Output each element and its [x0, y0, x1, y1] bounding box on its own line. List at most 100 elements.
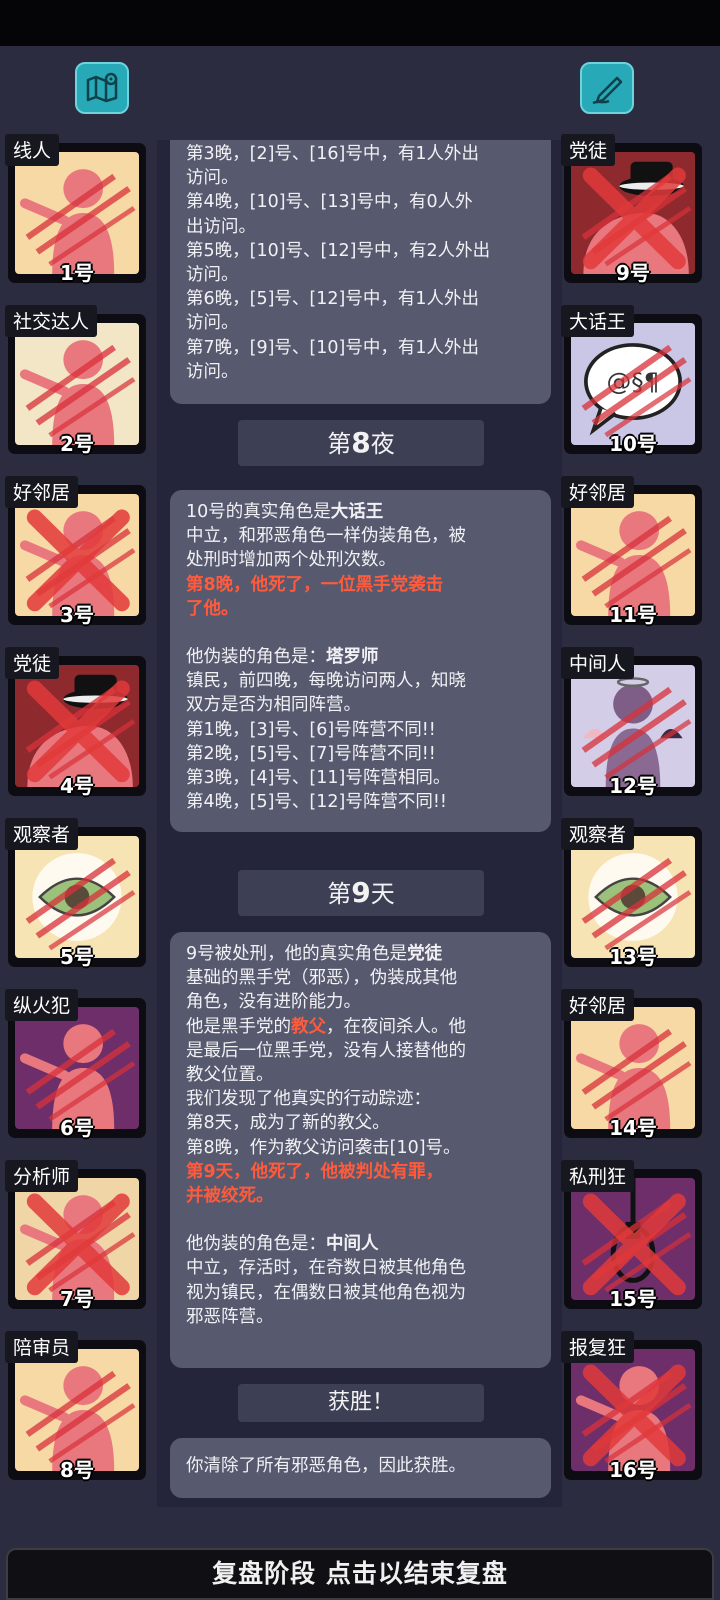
- role-label: 观察者: [561, 818, 635, 850]
- log-line: 第3晚，[4]号、[11]号阵营相同。: [186, 768, 451, 789]
- player-number: 12号: [609, 774, 657, 798]
- player-card-13号[interactable]: 观察者 13号: [561, 818, 702, 969]
- player-card-6号[interactable]: 纵火犯 6号: [5, 989, 146, 1140]
- role-label: 大话王: [561, 305, 635, 337]
- role-portrait: [571, 1007, 695, 1129]
- log-text: 9号被处刑，他的真实角色是: [186, 944, 408, 964]
- status-bar: [0, 0, 720, 46]
- role-label: 好邻居: [561, 989, 635, 1021]
- player-card-4号[interactable]: 党徒 4号: [5, 647, 146, 798]
- log-line: 他伪装的角色是：中间人: [186, 1232, 535, 1256]
- log-bubble-visits: 第3晚，[2]号、[16]号中，有1人外出 访问。 第4晚，[10]号、[13]…: [170, 140, 551, 404]
- map-icon[interactable]: [75, 62, 129, 114]
- player-number: 5号: [60, 945, 94, 969]
- log-text: 他是黑手党的: [186, 1016, 291, 1037]
- player-number: 6号: [60, 1116, 94, 1140]
- role-label: 观察者: [5, 818, 79, 850]
- log-text: ，在夜间杀人。他: [326, 1016, 466, 1037]
- log-line: 访问。: [186, 265, 239, 286]
- role-keyword: 教父: [291, 1016, 326, 1037]
- log-line: 他伪装的角色是：塔罗师: [186, 645, 535, 669]
- victory-text: 你清除了所有邪恶角色，因此获胜。: [186, 1456, 466, 1476]
- log-line: 第8晚，作为教父访问袭击[10]号。: [186, 1137, 461, 1158]
- player-card-9号[interactable]: 党徒 9号: [561, 134, 702, 285]
- role-name: 中间人: [326, 1234, 379, 1255]
- log-line: 第4晚，[10]号、[13]号中，有0人外: [186, 192, 473, 213]
- role-label: 好邻居: [5, 476, 79, 508]
- role-label: 线人: [5, 134, 60, 166]
- log-line: 第6晚，[5]号、[12]号中，有1人外出: [186, 289, 479, 310]
- role-name: 党徒: [407, 944, 443, 964]
- player-card-10号[interactable]: @§¶ 大话王 10号: [561, 305, 702, 456]
- end-review-button[interactable]: 复盘阶段 点击以结束复盘: [6, 1548, 714, 1600]
- player-number: 10号: [609, 432, 657, 456]
- role-label: 纵火犯: [5, 989, 79, 1021]
- role-portrait: [571, 494, 695, 616]
- header-prefix: 第: [327, 430, 352, 458]
- role-label: 私刑狂: [561, 1160, 635, 1192]
- player-card-16号[interactable]: 报复狂 16号: [561, 1331, 702, 1482]
- player-number: 3号: [60, 603, 94, 627]
- log-line: 访问。: [186, 361, 239, 382]
- player-card-2号[interactable]: 社交达人 2号: [5, 305, 146, 456]
- player-number: 7号: [60, 1287, 94, 1311]
- player-number: 1号: [60, 261, 94, 285]
- player-card-1号[interactable]: 线人 1号: [5, 134, 146, 285]
- log-text: 10号的真实角色是: [186, 502, 331, 522]
- log-line: 第7晚，[9]号、[10]号中，有1人外出: [186, 337, 479, 358]
- role-name: 塔罗师: [326, 647, 379, 668]
- log-line: 基础的黑手党（邪恶），伪装成其他: [186, 968, 458, 989]
- role-name: 大话王: [330, 502, 384, 522]
- log-line: 镇民，前四晚，每晚访问两人，知晓: [186, 671, 466, 692]
- role-portrait: [15, 152, 139, 274]
- player-card-15号[interactable]: 私刑狂 15号: [561, 1160, 702, 1311]
- player-card-8号[interactable]: 陪审员 8号: [5, 1331, 146, 1482]
- log-line: 中立，和邪恶角色一样伪装角色，被: [186, 526, 466, 547]
- log-text: 他伪装的角色是：: [186, 647, 326, 668]
- player-card-3号[interactable]: 好邻居 3号: [5, 476, 146, 627]
- log-bubble-day9: 9号被处刑，他的真实角色是党徒 基础的黑手党（邪恶），伪装成其他 角色，没有进阶…: [170, 932, 551, 1368]
- pen-notes-icon[interactable]: [580, 62, 634, 114]
- log-line: 第8天，成为了新的教父。: [186, 1113, 390, 1134]
- player-number: 14号: [609, 1116, 657, 1140]
- player-number: 13号: [609, 945, 657, 969]
- role-portrait: [15, 1349, 139, 1471]
- header-suffix: 天: [370, 880, 395, 908]
- log-line: 邪恶阵营。: [186, 1306, 274, 1327]
- player-card-5号[interactable]: 观察者 5号: [5, 818, 146, 969]
- player-card-7号[interactable]: 分析师 7号: [5, 1160, 146, 1311]
- victory-header: 获胜！: [238, 1384, 484, 1422]
- log-line: 处刑时增加两个处刑次数。: [186, 550, 396, 571]
- role-label: 分析师: [5, 1160, 79, 1192]
- log-line: 9号被处刑，他的真实角色是党徒: [186, 942, 535, 966]
- header-suffix: 夜: [370, 430, 395, 458]
- log-line: 视为镇民，在偶数日被其他角色视为: [186, 1282, 466, 1303]
- player-card-12号[interactable]: 中间人 12号: [561, 647, 702, 798]
- role-portrait: @§¶: [571, 323, 695, 445]
- log-line: 第1晚，[3]号、[6]号阵营不同!!: [186, 719, 436, 740]
- day-9-header: 第9天: [238, 870, 484, 916]
- pen-icon-glyph: [592, 76, 623, 105]
- log-bubble-night8: 10号的真实角色是大话王 中立，和邪恶角色一样伪装角色，被 处刑时增加两个处刑次…: [170, 490, 551, 832]
- role-label: 党徒: [5, 647, 60, 679]
- header-number: 8: [351, 426, 371, 459]
- role-portrait: [571, 836, 695, 958]
- log-line: 我们发现了他真实的行动踪迹：: [186, 1089, 431, 1110]
- victory-bubble: 你清除了所有邪恶角色，因此获胜。: [170, 1438, 551, 1498]
- death-line: 第8晚，他死了，一位黑手党袭击: [186, 574, 444, 595]
- map-icon-glyph: [86, 72, 118, 103]
- log-line: 第5晚，[10]号、[12]号中，有2人外出: [186, 240, 491, 261]
- player-card-14号[interactable]: 好邻居 14号: [561, 989, 702, 1140]
- log-line: 第3晚，[2]号、[16]号中，有1人外出: [186, 144, 479, 164]
- player-card-11号[interactable]: 好邻居 11号: [561, 476, 702, 627]
- log-text: 他伪装的角色是：: [186, 1234, 326, 1255]
- log-line: 双方是否为相同阵营。: [186, 695, 361, 716]
- player-number: 15号: [609, 1287, 657, 1311]
- player-number: 9号: [616, 261, 650, 285]
- role-label: 党徒: [561, 134, 616, 166]
- log-line: 10号的真实角色是大话王: [186, 500, 535, 524]
- log-line: 出访问。: [186, 216, 256, 237]
- log-line: 第2晚，[5]号、[7]号阵营不同!!: [186, 743, 436, 764]
- role-label: 好邻居: [561, 476, 635, 508]
